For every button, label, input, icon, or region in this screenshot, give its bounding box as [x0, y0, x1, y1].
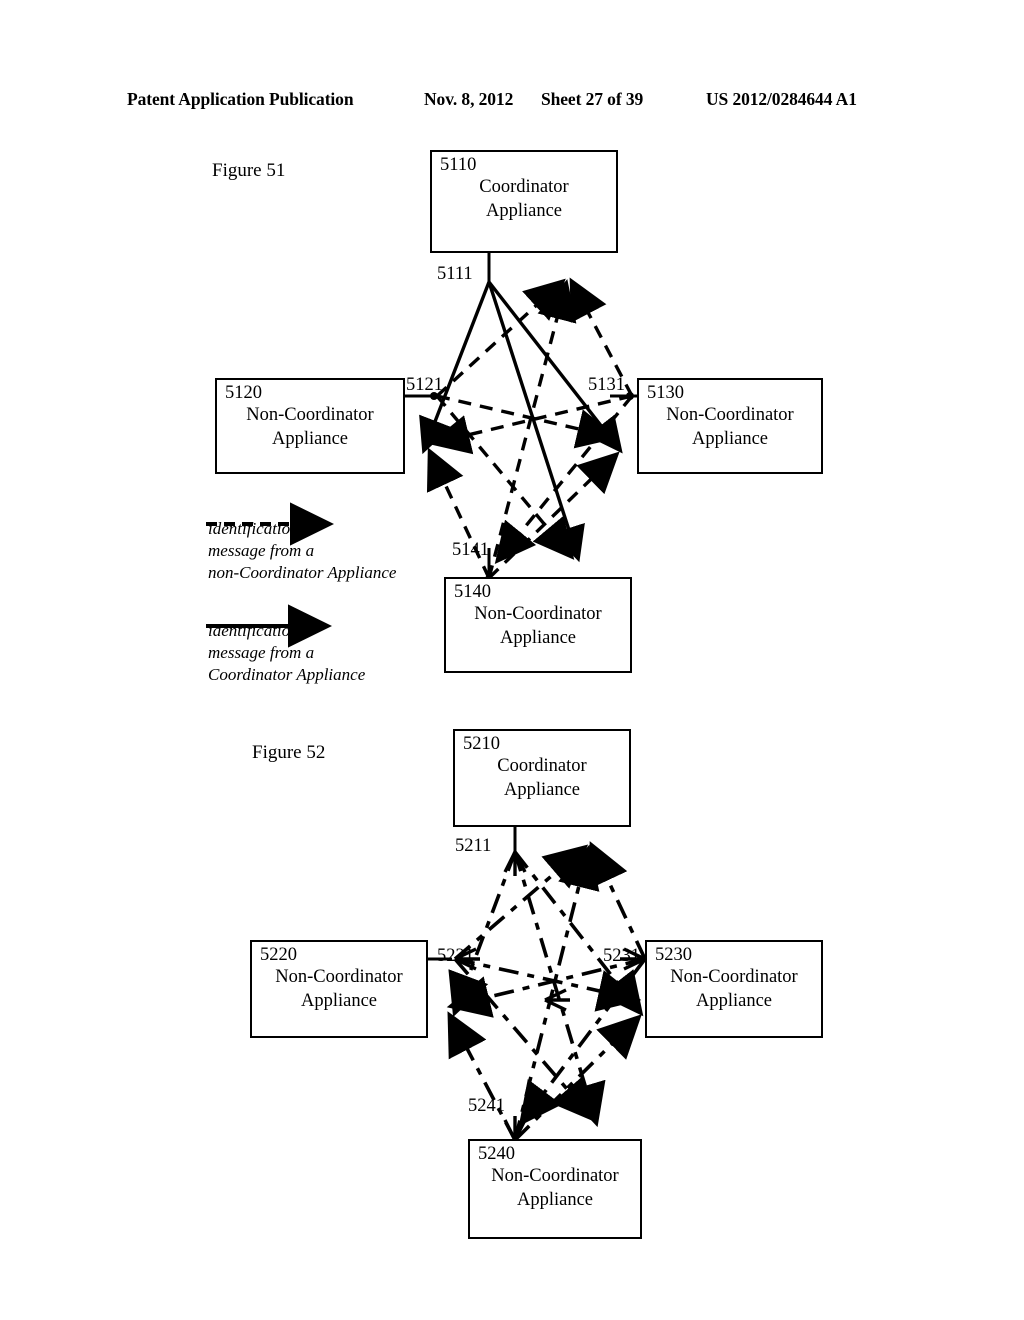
appliance-box-5210[interactable]: 5210 Coordinator Appliance — [453, 729, 631, 827]
appliance-box-5140[interactable]: 5140 Non-Coordinator Appliance — [444, 577, 632, 673]
box-title-line1: Non-Coordinator — [670, 967, 798, 987]
node-label-5141: 5141 — [452, 540, 489, 560]
legend-line-2: message from a — [208, 642, 315, 662]
box-id-5140: 5140 — [454, 582, 491, 602]
legend-coordinator: identification message from a Coordinato… — [206, 604, 448, 685]
box-title-line2: Appliance — [503, 779, 581, 800]
box-title-line2: Appliance — [516, 1189, 594, 1210]
box-title-line2: Appliance — [691, 428, 769, 449]
box-title-5210: Coordinator Appliance — [455, 755, 629, 802]
box-title-line1: Non-Coordinator — [246, 405, 374, 425]
box-id-5230: 5230 — [655, 945, 692, 965]
legend-solid-arrow-icon — [206, 604, 332, 648]
legend-line-3: Coordinator Appliance — [208, 664, 366, 684]
box-title-line2: Appliance — [485, 200, 563, 221]
figure-52-node-stubs — [428, 827, 646, 1140]
box-title-line2: Appliance — [499, 627, 577, 648]
patent-figure-page: Patent Application Publication Nov. 8, 2… — [0, 0, 1024, 1320]
box-id-5210: 5210 — [463, 734, 500, 754]
node-label-5111: 5111 — [437, 264, 473, 284]
node-label-5121: 5121 — [406, 375, 443, 395]
appliance-box-5120[interactable]: 5120 Non-Coordinator Appliance — [215, 378, 405, 474]
box-title-line1: Coordinator — [497, 756, 587, 776]
node-label-5231: 5231 — [603, 946, 640, 966]
box-title-5120: Non-Coordinator Appliance — [217, 404, 403, 451]
box-title-5130: Non-Coordinator Appliance — [639, 404, 821, 451]
node-label-5211: 5211 — [455, 836, 492, 856]
box-title-line1: Non-Coordinator — [474, 604, 602, 624]
box-title-line1: Non-Coordinator — [666, 405, 794, 425]
box-title-line1: Coordinator — [479, 177, 569, 197]
box-title-5110: Coordinator Appliance — [432, 176, 616, 223]
legend-dashed-arrow-icon — [206, 502, 334, 546]
appliance-box-5220[interactable]: 5220 Non-Coordinator Appliance — [250, 940, 428, 1038]
box-title-line2: Appliance — [695, 990, 773, 1011]
box-id-5120: 5120 — [225, 383, 262, 403]
box-title-5220: Non-Coordinator Appliance — [252, 966, 426, 1013]
appliance-box-5130[interactable]: 5130 Non-Coordinator Appliance — [637, 378, 823, 474]
box-title-line1: Non-Coordinator — [491, 1166, 619, 1186]
node-label-5241: 5241 — [468, 1096, 505, 1116]
appliance-box-5110[interactable]: 5110 Coordinator Appliance — [430, 150, 618, 253]
box-title-5140: Non-Coordinator Appliance — [446, 603, 630, 650]
node-label-5221: 5221 — [437, 946, 474, 966]
box-id-5110: 5110 — [440, 155, 477, 175]
box-id-5130: 5130 — [647, 383, 684, 403]
box-title-line2: Appliance — [271, 428, 349, 449]
appliance-box-5230[interactable]: 5230 Non-Coordinator Appliance — [645, 940, 823, 1038]
box-title-5240: Non-Coordinator Appliance — [470, 1165, 640, 1212]
legend-noncoordinator: identification message from a non-Coordi… — [206, 502, 448, 583]
legend-line-3: non-Coordinator Appliance — [208, 562, 397, 582]
appliance-box-5240[interactable]: 5240 Non-Coordinator Appliance — [468, 1139, 642, 1239]
box-title-line1: Non-Coordinator — [275, 967, 403, 987]
legend-line-2: message from a — [208, 540, 315, 560]
box-title-line2: Appliance — [300, 990, 378, 1011]
box-id-5240: 5240 — [478, 1144, 515, 1164]
box-id-5220: 5220 — [260, 945, 297, 965]
box-title-5230: Non-Coordinator Appliance — [647, 966, 821, 1013]
node-label-5131: 5131 — [588, 375, 625, 395]
